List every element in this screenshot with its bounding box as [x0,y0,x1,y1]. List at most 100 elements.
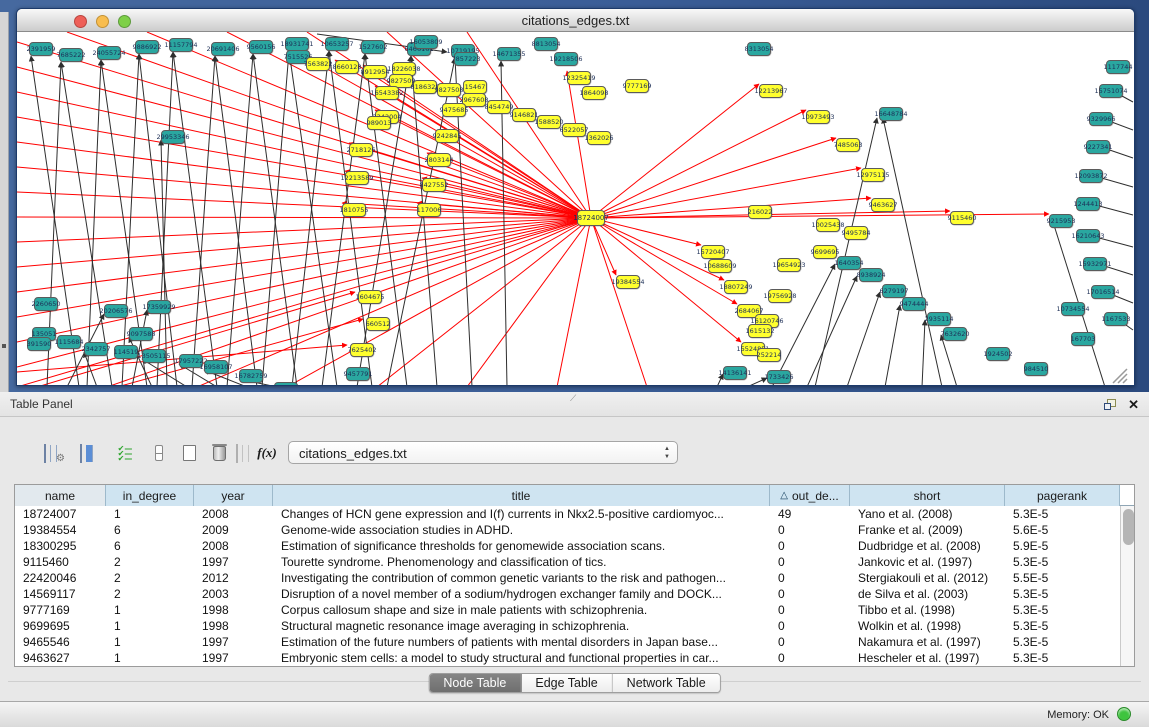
table-cell[interactable]: 2008 [194,506,273,522]
table-cell[interactable]: Dudbridge et al. (2008) [850,538,1005,554]
table-cell[interactable]: 9699695 [15,618,106,634]
graph-node[interactable]: 16543382 [375,86,399,100]
graph-node[interactable]: 9115460 [950,211,974,225]
graph-node[interactable]: 19654923 [777,258,801,272]
table-cell[interactable]: 0 [770,538,850,554]
graph-node[interactable]: 6522057 [562,123,586,137]
window-titlebar[interactable]: citations_edges.txt [17,9,1134,32]
control-panel-collapsed-divider[interactable] [0,12,9,392]
graph-node[interactable]: 19218506 [554,52,578,66]
table-cell[interactable]: 9115460 [15,554,106,570]
column-header-year[interactable]: year [194,485,273,506]
graph-node[interactable]: 16648784 [879,107,903,121]
graph-node[interactable]: 391590 [27,337,51,351]
graph-node[interactable]: 12325419 [567,71,591,85]
graph-node[interactable]: 12923448 [274,382,298,386]
graph-node[interactable]: 14136141 [723,366,747,380]
graph-node[interactable]: 12213967 [759,84,783,98]
table-cell[interactable]: Yano et al. (2008) [850,506,1005,522]
graph-node[interactable]: 1924502 [986,347,1010,361]
table-cell[interactable]: 5.6E-5 [1005,522,1120,538]
graph-node[interactable]: 8660128 [335,60,359,74]
graph-node[interactable]: 13505115 [142,349,166,363]
window-resize-grip[interactable] [1110,366,1130,384]
graph-node[interactable]: 9777169 [625,79,649,93]
graph-node[interactable]: 8313054 [747,42,771,56]
table-cell[interactable]: 5.3E-5 [1005,586,1120,602]
graph-node[interactable]: 252214 [757,348,781,362]
graph-node[interactable]: 114519 [114,345,138,359]
table-cell[interactable]: 2 [106,554,194,570]
divider-grip[interactable] [2,344,6,348]
table-cell[interactable]: 0 [770,634,850,650]
table-scrollbar[interactable] [1120,506,1134,666]
table-cell[interactable]: Investigating the contribution of common… [273,570,770,586]
table-cell[interactable]: Nakamura et al. (1997) [850,634,1005,650]
graph-node[interactable]: 15932971 [1083,257,1107,271]
graph-node[interactable]: 1167533 [1104,312,1128,326]
table-cell[interactable]: 5.3E-5 [1005,554,1120,570]
table-cell[interactable]: Jankovic et al. (1997) [850,554,1005,570]
select-columns-button[interactable]: ✔—✔—✔— [112,440,138,466]
panel-split-grip[interactable]: ⟋ [570,393,576,404]
graph-node[interactable]: 9215953 [1049,214,1073,228]
table-cell[interactable]: 1998 [194,618,273,634]
table-cell[interactable]: 5.5E-5 [1005,570,1120,586]
table-cell[interactable]: 0 [770,522,850,538]
graph-node[interactable]: 9474444 [902,297,926,311]
table-cell[interactable]: 22420046 [15,570,106,586]
graph-node[interactable]: 9495784 [844,226,868,240]
table-cell[interactable]: Hescheler et al. (1997) [850,650,1005,666]
table-cell[interactable]: 9465546 [15,634,106,650]
graph-node[interactable]: 29953346 [161,130,185,144]
table-cell[interactable]: 5.3E-5 [1005,506,1120,522]
table-cell[interactable]: 1 [106,650,194,666]
graph-node[interactable]: 17016514 [1091,285,1115,299]
graph-node[interactable]: 1115684 [57,335,81,349]
table-cell[interactable]: 1 [106,602,194,618]
table-cell[interactable]: 5.3E-5 [1005,650,1120,666]
close-panel-icon[interactable]: ✕ [1128,397,1139,413]
column-header-out_de[interactable]: △out_de... [770,485,850,506]
table-row[interactable]: 1938455462009Genome-wide association stu… [15,522,1120,538]
table-cell[interactable]: 5.3E-5 [1005,618,1120,634]
table-cell[interactable]: 1997 [194,650,273,666]
table-row[interactable]: 969969511998Structural magnetic resonanc… [15,618,1120,634]
graph-node[interactable]: 7563822 [306,57,330,71]
graph-node[interactable]: 117006 [417,203,441,217]
graph-node[interactable]: 1527602 [361,40,385,54]
graph-node[interactable]: 989013 [367,116,391,130]
graph-node[interactable]: 8938924 [859,268,883,282]
table-cell[interactable]: 9777169 [15,602,106,618]
graph-node[interactable]: 9475685 [442,103,466,117]
graph-node[interactable]: 18807249 [724,280,748,294]
graph-node[interactable]: 1864098 [582,86,606,100]
table-cell[interactable]: 6 [106,538,194,554]
table-cell[interactable]: 0 [770,602,850,618]
graph-node[interactable]: 18931741 [285,37,309,51]
graph-node[interactable]: 167703 [1071,332,1095,346]
table-row[interactable]: 946362711997Embryonic stem cells: a mode… [15,650,1120,666]
graph-node[interactable]: 6279197 [882,284,906,298]
graph-node[interactable]: 9463627 [871,198,895,212]
table-cell[interactable]: 1 [106,506,194,522]
graph-node[interactable]: 1117744 [1106,60,1130,74]
graph-node[interactable]: 19756928 [768,289,792,303]
graph-node[interactable]: 9329966 [1089,112,1113,126]
graph-node[interactable]: 14671355 [497,47,521,61]
table-cell[interactable]: 18724007 [15,506,106,522]
graph-node[interactable]: 16210643 [1076,229,1100,243]
table-row[interactable]: 1872400712008Changes of HCN gene express… [15,506,1120,522]
graph-node[interactable]: 9242845 [435,129,459,143]
table-cell[interactable]: Stergiakouli et al. (2012) [850,570,1005,586]
table-cell[interactable]: 2009 [194,522,273,538]
table-cell[interactable]: Estimation of significance thresholds fo… [273,538,770,554]
table-cell[interactable]: Disruption of a novel member of a sodium… [273,586,770,602]
graph-node[interactable]: 9097588 [129,327,153,341]
tab-edge-table[interactable]: Edge Table [521,674,612,692]
column-header-short[interactable]: short [850,485,1005,506]
graph-node[interactable]: 1604675 [358,290,382,304]
graph-node[interactable]: 1810755 [342,203,366,217]
graph-hub-node[interactable]: 18724007 [577,210,605,226]
graph-node[interactable]: 7625402 [350,343,374,357]
